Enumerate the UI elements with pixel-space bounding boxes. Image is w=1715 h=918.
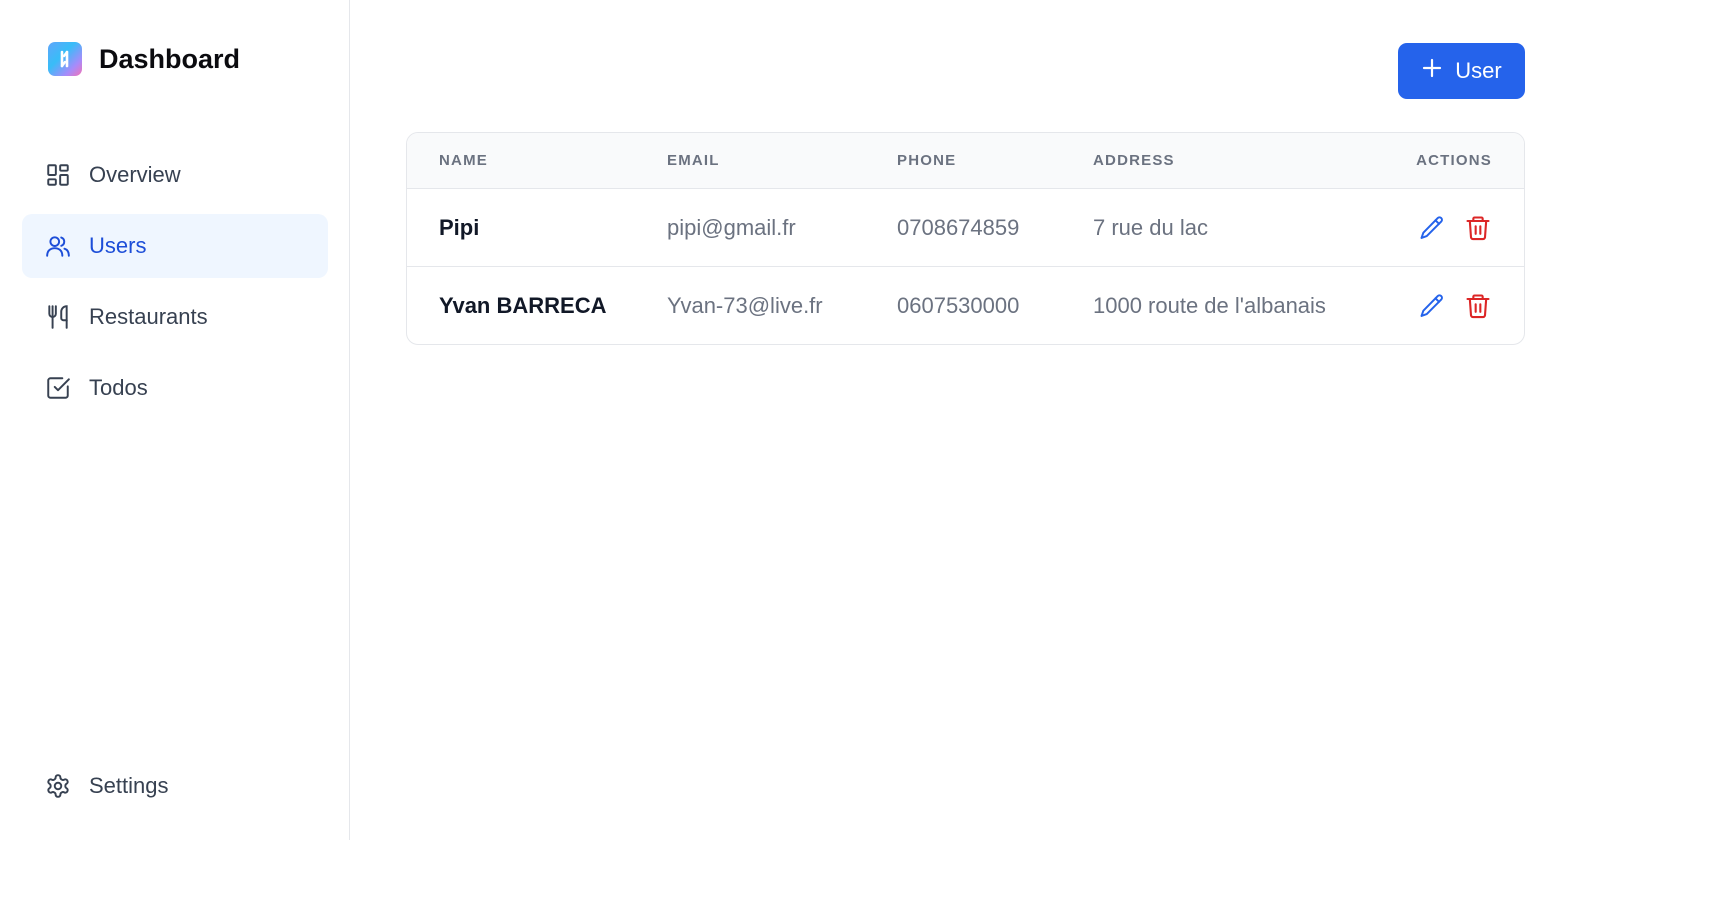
gear-icon	[44, 772, 72, 800]
sidebar-item-label: Users	[89, 233, 147, 258]
sidebar-item-label: Settings	[89, 773, 169, 798]
column-header-name: Name	[439, 152, 488, 169]
column-header-address: Address	[1093, 152, 1175, 169]
cell-email: Yvan-73@live.fr	[667, 293, 823, 318]
column-header-actions: Actions	[1416, 152, 1492, 169]
sidebar-item-label: Restaurants	[89, 304, 208, 329]
checkbox-icon	[44, 374, 72, 402]
edit-icon[interactable]	[1418, 214, 1446, 242]
settings-section: Settings	[22, 754, 328, 825]
cell-email: pipi@gmail.fr	[667, 215, 796, 240]
app: Dashboard Overview Users Restaurants Tod…	[0, 0, 1715, 918]
sidebar-item-users[interactable]: Users	[22, 214, 328, 278]
table-row: Pipi pipi@gmail.fr 0708674859 7 rue du l…	[407, 189, 1524, 267]
users-table: Name Email Phone Address Actions Pipi pi…	[406, 132, 1525, 345]
sidebar-item-label: Overview	[89, 162, 181, 187]
edit-icon[interactable]	[1418, 292, 1446, 320]
cell-address: 7 rue du lac	[1093, 215, 1208, 240]
cell-address: 1000 route de l'albanais	[1093, 293, 1326, 318]
grid-icon	[44, 161, 72, 189]
sidebar-item-label: Todos	[89, 375, 148, 400]
sidebar-item-restaurants[interactable]: Restaurants	[22, 285, 328, 349]
brand-title: Dashboard	[99, 43, 241, 74]
table-header: Name Email Phone Address Actions	[407, 133, 1524, 189]
sidebar-item-overview[interactable]: Overview	[22, 143, 328, 207]
cell-phone: 0607530000	[897, 293, 1020, 318]
sidebar-item-todos[interactable]: Todos	[22, 356, 328, 420]
trash-icon[interactable]	[1464, 214, 1492, 242]
sidebar: Dashboard Overview Users Restaurants Tod…	[0, 0, 350, 840]
add-user-button[interactable]: User	[1398, 43, 1525, 99]
utensils-icon	[44, 303, 72, 331]
brand[interactable]: Dashboard	[48, 42, 240, 76]
add-user-label: User	[1455, 58, 1502, 83]
row-actions	[1418, 267, 1492, 344]
plus-icon	[1421, 57, 1443, 85]
cell-phone: 0708674859	[897, 215, 1020, 240]
cell-name: Pipi	[439, 215, 480, 240]
logo-icon	[48, 42, 82, 76]
trash-icon[interactable]	[1464, 292, 1492, 320]
sidebar-item-settings[interactable]: Settings	[22, 754, 328, 818]
column-header-phone: Phone	[897, 152, 957, 169]
sidebar-nav: Overview Users Restaurants Todos	[22, 143, 328, 427]
row-actions	[1418, 189, 1492, 267]
column-header-email: Email	[667, 152, 720, 169]
table-row: Yvan BARRECA Yvan-73@live.fr 0607530000 …	[407, 267, 1524, 344]
cell-name: Yvan BARRECA	[439, 293, 607, 318]
users-icon	[44, 232, 72, 260]
